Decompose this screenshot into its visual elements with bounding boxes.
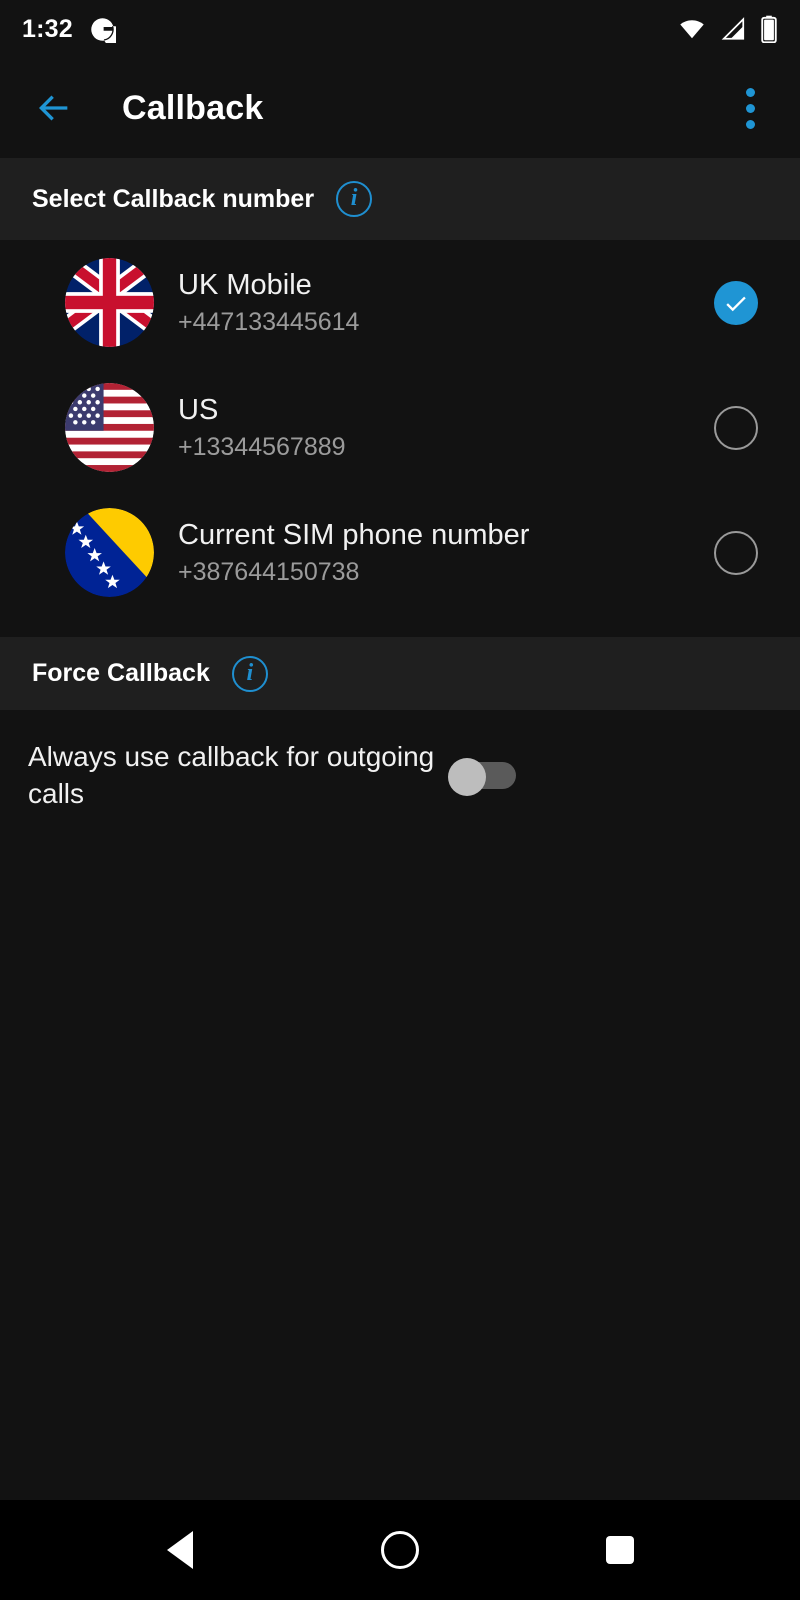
radio-selected[interactable] (714, 280, 758, 325)
status-bar-left: 1:32 (22, 14, 124, 46)
status-bar-right (677, 15, 778, 43)
nav-back-icon (167, 1531, 193, 1569)
check-icon (726, 296, 746, 311)
back-button[interactable] (28, 82, 80, 134)
status-clock: 1:32 (22, 14, 73, 43)
nav-home-button[interactable] (355, 1505, 445, 1595)
nav-back-button[interactable] (135, 1505, 225, 1595)
list-item-label: UK Mobile (178, 268, 312, 301)
menu-dot (745, 87, 755, 97)
list-item-number: +447133445614 (178, 307, 360, 336)
list-item[interactable]: UK Mobile +447133445614 (0, 240, 800, 365)
force-callback-label: Always use callback for outgoing calls (28, 741, 435, 809)
radio-unselected[interactable] (714, 405, 758, 450)
list-item-number: +13344567889 (178, 432, 346, 461)
battery-icon (761, 15, 777, 43)
callback-number-list: UK Mobile +447133445614 US +13344567889 … (0, 240, 800, 637)
more-vertical-icon[interactable] (726, 82, 774, 134)
nav-recents-button[interactable] (575, 1505, 665, 1595)
section-title: Select Callback number (32, 184, 315, 213)
section-title: Force Callback (32, 659, 210, 687)
g-circle-icon (89, 16, 124, 46)
uk-flag-icon (65, 258, 154, 347)
info-glyph: i (350, 185, 358, 211)
nav-home-icon (381, 1531, 419, 1569)
list-item[interactable]: Current SIM phone number +387644150738 (0, 490, 800, 615)
info-icon-force-callback[interactable]: i (231, 655, 268, 692)
arrow-back-icon (39, 95, 68, 121)
force-callback-switch[interactable] (448, 758, 516, 796)
section-header-force-callback: Force Callback i (0, 637, 800, 710)
info-glyph: i (246, 659, 254, 686)
list-item-text: UK Mobile +447133445614 (178, 267, 714, 339)
list-item-text: US +13344567889 (178, 392, 714, 464)
list-item[interactable]: US +13344567889 (0, 365, 800, 490)
radio-unselected[interactable] (714, 530, 758, 575)
section-header-callback-number: Select Callback number i (0, 158, 800, 240)
navigation-bar (0, 1500, 800, 1600)
us-flag-icon (65, 383, 154, 472)
bosnia-flag-icon (65, 508, 154, 597)
app-bar: Callback (0, 58, 800, 158)
wifi-icon (680, 20, 704, 39)
nav-recents-icon (606, 1536, 634, 1564)
list-item-label: Current SIM phone number (178, 518, 530, 551)
menu-dot (745, 119, 755, 129)
info-icon-callback-number[interactable]: i (336, 181, 373, 217)
phone-screen: 1:32 Callback Select Callback number i U… (0, 0, 800, 1600)
switch-thumb (448, 758, 486, 796)
force-callback-toggle-row[interactable]: Always use callback for outgoing calls (0, 710, 800, 840)
list-item-label: US (178, 393, 219, 426)
list-item-text: Current SIM phone number +387644150738 (178, 517, 714, 589)
page-title: Callback (122, 88, 264, 127)
status-bar: 1:32 (0, 0, 800, 58)
list-item-number: +387644150738 (178, 557, 360, 586)
menu-dot (745, 103, 755, 113)
cell-signal-icon (721, 17, 745, 40)
